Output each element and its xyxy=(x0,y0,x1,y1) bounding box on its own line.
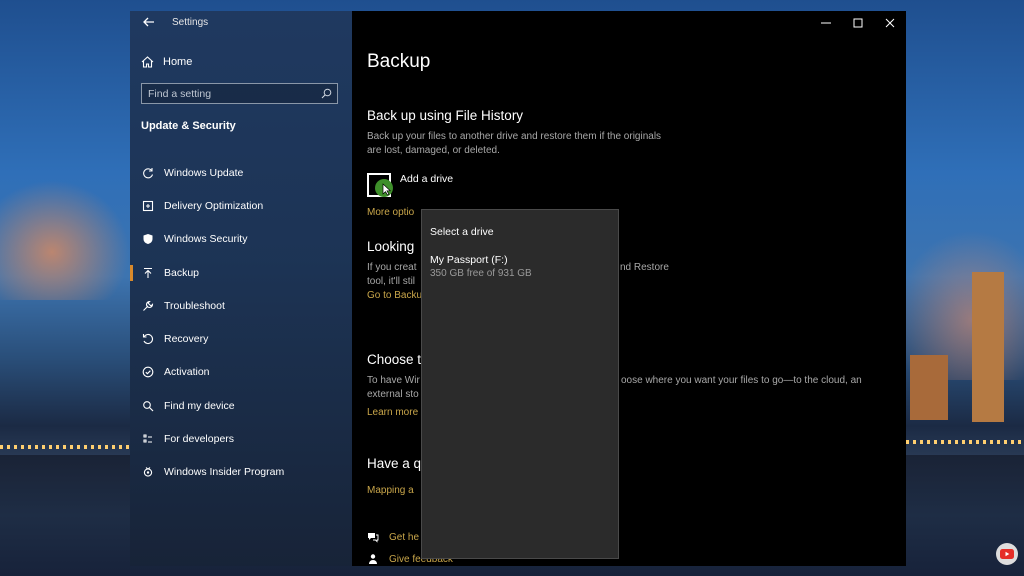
sidebar-item-label: Backup xyxy=(164,266,200,279)
sidebar-item-delivery-optimization[interactable]: Delivery Optimization xyxy=(130,189,352,222)
question-heading: Have a q xyxy=(367,456,422,471)
feedback-person-icon xyxy=(369,554,377,564)
sidebar-item-find-my-device[interactable]: Find my device xyxy=(130,389,352,422)
back-arrow-icon xyxy=(143,17,154,27)
sidebar-item-windows-insider-program[interactable]: Windows Insider Program xyxy=(130,456,352,489)
page-title: Backup xyxy=(367,51,431,72)
choose-text-line2: external sto xyxy=(367,389,419,400)
add-drive-label: Add a drive xyxy=(400,172,454,185)
back-button[interactable] xyxy=(138,13,160,33)
search-icon[interactable] xyxy=(321,88,332,99)
title-bar: Settings xyxy=(130,11,352,35)
sidebar-item-label: Windows Insider Program xyxy=(164,466,285,479)
drive-option-my-passport[interactable]: My Passport (F:) 350 GB free of 931 GB xyxy=(422,248,618,284)
maximize-icon xyxy=(853,18,863,28)
section-heading: Update & Security xyxy=(141,120,236,132)
sidebar-item-home[interactable]: Home xyxy=(140,51,192,73)
drive-free-space: 350 GB free of 931 GB xyxy=(430,268,532,279)
search-input[interactable] xyxy=(142,84,318,103)
app-title: Settings xyxy=(172,17,209,28)
sky-glow-left xyxy=(0,180,130,300)
file-history-description-line1: Back up your files to another drive and … xyxy=(367,131,662,142)
find-device-icon xyxy=(141,399,155,413)
drive-name: My Passport (F:) xyxy=(430,254,508,266)
city-building xyxy=(910,355,948,420)
insider-icon xyxy=(141,465,155,479)
sidebar-item-troubleshoot[interactable]: Troubleshoot xyxy=(130,289,352,322)
wrench-icon xyxy=(141,299,155,313)
get-help-link: Get he xyxy=(389,531,420,543)
mapping-link[interactable]: Mapping a xyxy=(367,485,414,496)
delivery-optimization-icon xyxy=(141,199,155,213)
close-button[interactable] xyxy=(874,11,906,35)
check-circle-icon xyxy=(141,365,155,379)
file-history-heading: Back up using File History xyxy=(367,108,524,123)
more-options-link[interactable]: More optio xyxy=(367,207,414,218)
shield-icon xyxy=(141,232,155,246)
minimize-button[interactable] xyxy=(810,11,842,35)
looking-text-line1-right: nd Restore xyxy=(620,262,669,273)
sidebar-item-windows-update[interactable]: Windows Update xyxy=(130,156,352,189)
sidebar-item-label: Troubleshoot xyxy=(164,299,225,312)
sidebar-item-for-developers[interactable]: For developers xyxy=(130,422,352,455)
add-drive-plus-box xyxy=(367,173,393,197)
go-to-backup-link[interactable]: Go to Backu xyxy=(367,290,422,301)
backup-arrow-icon xyxy=(141,266,155,280)
select-drive-flyout: Select a drive My Passport (F:) 350 GB f… xyxy=(421,209,619,559)
choose-text-line1-right: oose where you want your files to go—to … xyxy=(621,375,862,386)
get-help-row[interactable]: Get he xyxy=(367,529,419,545)
sidebar-item-activation[interactable]: Activation xyxy=(130,356,352,389)
learn-more-link[interactable]: Learn more xyxy=(367,407,418,418)
flyout-title: Select a drive xyxy=(430,226,494,238)
sidebar-item-label: Windows Update xyxy=(164,166,244,179)
sidebar: Settings Home Update & Security Windows … xyxy=(130,11,352,566)
city-lights-right xyxy=(906,440,1024,444)
sidebar-item-recovery[interactable]: Recovery xyxy=(130,322,352,355)
developer-icon xyxy=(141,432,155,446)
sidebar-item-label: For developers xyxy=(164,433,235,446)
close-icon xyxy=(885,18,895,28)
sidebar-item-label: Activation xyxy=(164,366,210,379)
sidebar-item-label: Delivery Optimization xyxy=(164,199,264,212)
maximize-button[interactable] xyxy=(842,11,874,35)
sidebar-item-label: Windows Security xyxy=(164,233,248,246)
youtube-logo-icon xyxy=(1000,549,1014,559)
sidebar-nav: Windows Update Delivery Optimization Win… xyxy=(130,156,352,489)
minimize-icon xyxy=(821,22,831,24)
sidebar-item-label: Recovery xyxy=(164,333,209,346)
add-drive-button[interactable]: Add a drive xyxy=(367,171,453,199)
search-box xyxy=(141,83,338,104)
looking-text-line2: tool, it'll stil xyxy=(367,276,416,287)
help-chat-icon xyxy=(368,533,379,543)
home-label: Home xyxy=(163,56,193,68)
choose-heading: Choose t xyxy=(367,352,422,367)
sidebar-item-backup[interactable]: Backup xyxy=(130,256,352,289)
looking-text-line1-left: If you creat xyxy=(367,262,417,273)
choose-text-line1-left: To have Wir xyxy=(367,375,420,386)
city-lights-left xyxy=(0,445,130,449)
sidebar-item-label: Find my device xyxy=(164,399,235,412)
sidebar-item-windows-security[interactable]: Windows Security xyxy=(130,223,352,256)
city-tower xyxy=(972,272,1004,422)
file-history-description-line2: are lost, damaged, or deleted. xyxy=(367,145,500,156)
recovery-icon xyxy=(141,332,155,346)
subscribe-watermark xyxy=(996,543,1018,565)
mouse-cursor-icon xyxy=(382,183,391,196)
looking-heading: Looking xyxy=(367,239,415,254)
refresh-icon xyxy=(141,166,155,180)
home-icon xyxy=(140,55,154,69)
